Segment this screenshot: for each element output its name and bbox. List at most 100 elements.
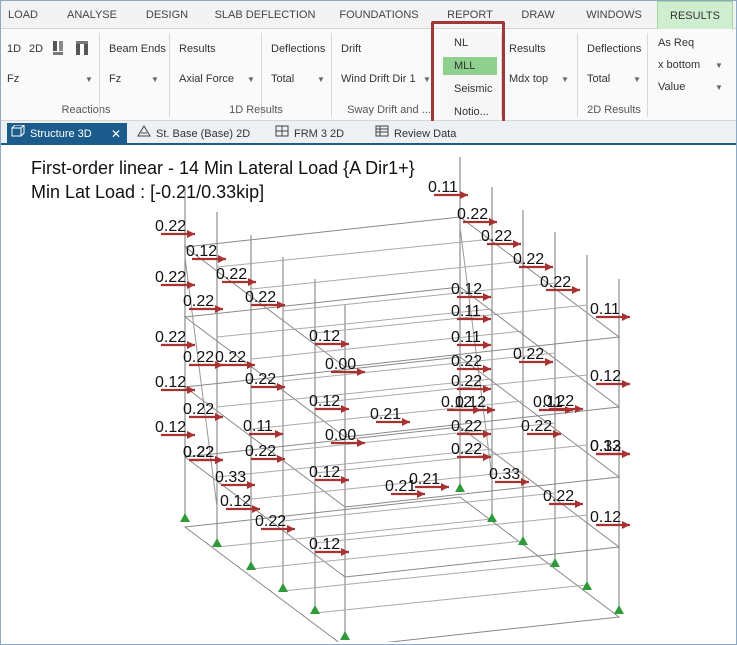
force-value-label: 0.11 bbox=[451, 329, 481, 346]
force-value-label: 0.22 bbox=[513, 346, 544, 363]
support-icon bbox=[278, 583, 288, 592]
load-arrow-head bbox=[521, 478, 529, 486]
deflections-1d-dropdown[interactable]: Total bbox=[271, 73, 294, 85]
doc-tab-review-data[interactable]: Review Data bbox=[371, 123, 471, 145]
doc-tab-label: Structure 3D bbox=[30, 128, 92, 140]
close-icon[interactable]: ✕ bbox=[111, 123, 121, 145]
load-arrow-head bbox=[417, 490, 425, 498]
application-window: LOAD ANALYSE DESIGN SLAB DEFLECTION FOUN… bbox=[0, 0, 737, 645]
beam-line bbox=[282, 282, 556, 312]
x-bottom-dropdown[interactable]: x bottom bbox=[658, 59, 700, 71]
group-divider bbox=[647, 33, 648, 117]
sway-group-label: Sway Drift and ... bbox=[347, 104, 431, 116]
deflections-2d-button[interactable]: Deflections bbox=[587, 43, 641, 55]
plan-view-icon bbox=[137, 123, 151, 145]
results-2d-dropdown[interactable]: Mdx top bbox=[509, 73, 548, 85]
beam-ends-button[interactable]: Beam Ends bbox=[109, 43, 166, 55]
load-arrow-head bbox=[483, 341, 491, 349]
force-value-label: 0.22 bbox=[155, 329, 186, 346]
support-icon bbox=[518, 536, 528, 545]
document-tab-bar: Structure 3D ✕ St. Base (Base) 2D FRM 3 … bbox=[1, 121, 736, 145]
reaction-type-icon[interactable] bbox=[51, 39, 65, 60]
load-arrow-head bbox=[487, 406, 495, 414]
tab-slab-deflection[interactable]: SLAB DEFLECTION bbox=[213, 1, 317, 29]
load-arrow-head bbox=[357, 439, 365, 447]
support-icon bbox=[212, 538, 222, 547]
force-value-label: 0.22 bbox=[521, 418, 552, 435]
force-value-label: 0.12 bbox=[309, 393, 340, 410]
support-icon bbox=[550, 558, 560, 567]
results-2d-button[interactable]: Results bbox=[509, 43, 546, 55]
tab-load[interactable]: LOAD bbox=[5, 1, 41, 29]
as-req-button[interactable]: As Req bbox=[658, 37, 694, 49]
deflections-1d-button[interactable]: Deflections bbox=[271, 43, 325, 55]
structure-3d-viewport[interactable]: First-order linear - 14 Min Lateral Load… bbox=[5, 147, 734, 642]
chevron-down-icon[interactable]: ▼ bbox=[561, 75, 569, 84]
doc-tab-label: FRM 3 2D bbox=[294, 128, 345, 140]
force-value-label: 0.22 bbox=[255, 513, 286, 530]
tab-foundations[interactable]: FOUNDATIONS bbox=[335, 1, 423, 29]
tab-windows[interactable]: WINDOWS bbox=[581, 1, 647, 29]
load-arrow-head bbox=[622, 450, 630, 458]
tab-design[interactable]: DESIGN bbox=[141, 1, 193, 29]
load-arrow-head bbox=[545, 358, 553, 366]
doc-tab-st-base[interactable]: St. Base (Base) 2D bbox=[133, 123, 253, 145]
results-1d-dropdown[interactable]: Axial Force bbox=[179, 73, 234, 85]
force-value-label: 0.12 bbox=[309, 328, 340, 345]
doc-tab-frm3[interactable]: FRM 3 2D bbox=[271, 123, 361, 145]
chevron-down-icon[interactable]: ▼ bbox=[247, 75, 255, 84]
load-arrow-head bbox=[489, 218, 497, 226]
force-value-label: 0.12 bbox=[590, 509, 621, 526]
load-arrow-head bbox=[483, 315, 491, 323]
chevron-down-icon[interactable]: ▼ bbox=[317, 75, 325, 84]
force-value-label: 0.22 bbox=[451, 353, 482, 370]
group-divider bbox=[577, 33, 578, 117]
beam-line bbox=[282, 562, 556, 592]
tab-draw[interactable]: DRAW bbox=[515, 1, 561, 29]
chevron-down-icon[interactable]: ▼ bbox=[85, 75, 93, 84]
chevron-down-icon[interactable]: ▼ bbox=[151, 75, 159, 84]
table-icon bbox=[375, 123, 389, 145]
chevron-down-icon[interactable]: ▼ bbox=[715, 83, 723, 92]
chevron-down-icon[interactable]: ▼ bbox=[633, 75, 641, 84]
force-value-label: 0.11 bbox=[451, 303, 481, 320]
beam-ends-dropdown[interactable]: Fz bbox=[109, 73, 121, 85]
structure-3d-icon bbox=[11, 123, 26, 145]
force-value-label: 0.22 bbox=[543, 488, 574, 505]
force-value-label: 0.33 bbox=[489, 466, 520, 483]
load-arrow-head bbox=[622, 521, 630, 529]
deflections-2d-dropdown[interactable]: Total bbox=[587, 73, 610, 85]
results-2d-group-label: 2D Results bbox=[587, 104, 641, 116]
drift-button[interactable]: Drift bbox=[341, 43, 361, 55]
drift-dropdown[interactable]: Wind Drift Dir 1 bbox=[341, 73, 416, 85]
chevron-down-icon[interactable]: ▼ bbox=[715, 61, 723, 70]
force-value-label: 0.22 bbox=[513, 251, 544, 268]
load-arrow-head bbox=[248, 278, 256, 286]
reactions-1d-button[interactable]: 1D bbox=[7, 43, 21, 55]
force-value-label: 0.22 bbox=[540, 274, 571, 291]
chevron-down-icon[interactable]: ▼ bbox=[423, 75, 431, 84]
value-dropdown[interactable]: Value bbox=[658, 81, 685, 93]
load-arrow-head bbox=[187, 341, 195, 349]
load-arrow-head bbox=[275, 430, 283, 438]
force-value-label: 0.33 bbox=[215, 469, 246, 486]
load-arrow-head bbox=[572, 286, 580, 294]
results-1d-group-label: 1D Results bbox=[229, 104, 283, 116]
force-value-label: 0.22 bbox=[183, 444, 214, 461]
load-arrow-head bbox=[277, 383, 285, 391]
reactions-component-dropdown[interactable]: Fz bbox=[7, 73, 19, 85]
tab-results[interactable]: RESULTS bbox=[657, 1, 733, 29]
support-icon bbox=[455, 483, 465, 492]
tab-analyse[interactable]: ANALYSE bbox=[64, 1, 120, 29]
reaction-columns-icon[interactable] bbox=[75, 39, 89, 60]
support-icon bbox=[614, 605, 624, 614]
reactions-2d-button[interactable]: 2D bbox=[29, 43, 43, 55]
load-arrow-head bbox=[277, 455, 285, 463]
load-arrow-head bbox=[187, 386, 195, 394]
force-value-label: 0.11 bbox=[428, 179, 458, 196]
results-1d-button[interactable]: Results bbox=[179, 43, 216, 55]
load-arrow-head bbox=[553, 430, 561, 438]
force-value-label: 0.22 bbox=[216, 266, 247, 283]
load-arrow-head bbox=[460, 191, 468, 199]
doc-tab-structure-3d[interactable]: Structure 3D ✕ bbox=[7, 123, 127, 145]
